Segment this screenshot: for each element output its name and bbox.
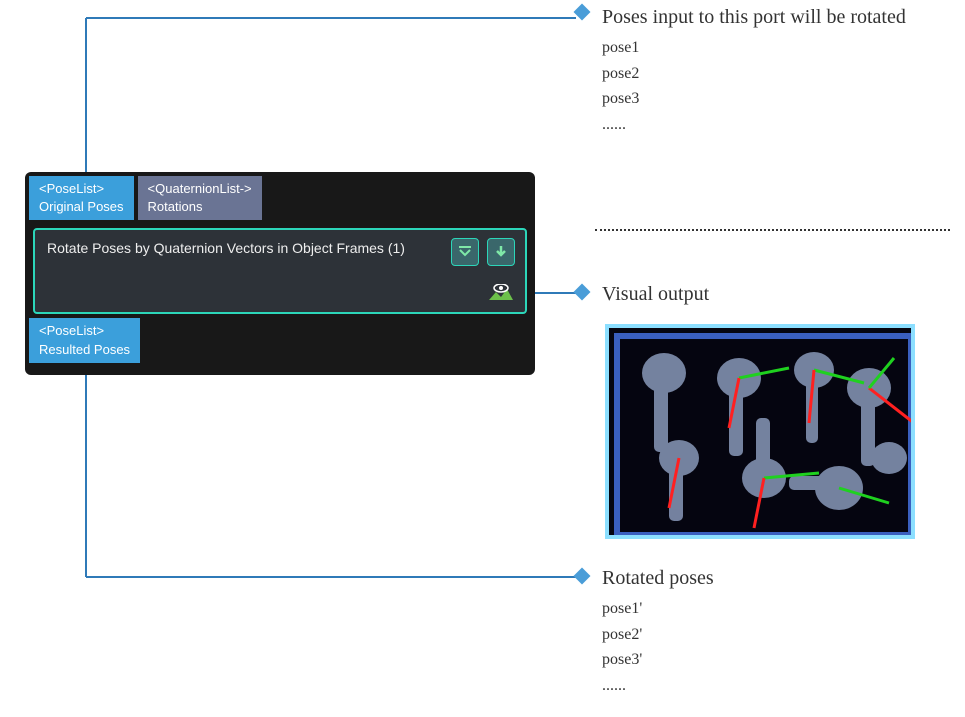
output-port-resulted-poses[interactable]: <PoseList> Resulted Poses	[29, 318, 140, 362]
diamond-icon	[574, 284, 591, 301]
list-item: pose1'	[602, 596, 714, 622]
list-item: pose1	[602, 35, 932, 61]
annotation-output-list: pose1' pose2' pose3' ......	[602, 596, 714, 698]
node-container: <PoseList> Original Poses <QuaternionLis…	[25, 172, 535, 375]
input-ports-row: <PoseList> Original Poses <QuaternionLis…	[25, 172, 535, 224]
annotation-input-list: pose1 pose2 pose3 ......	[602, 35, 932, 137]
port-type-label: <PoseList>	[39, 322, 130, 340]
port-name-label: Resulted Poses	[39, 341, 130, 359]
port-name-label: Original Poses	[39, 198, 124, 216]
download-button[interactable]	[487, 238, 515, 266]
node-title: Rotate Poses by Quaternion Vectors in Ob…	[47, 240, 405, 256]
annotation-input-title: Poses input to this port will be rotated	[602, 6, 932, 29]
annotation-output-title: Rotated poses	[602, 567, 714, 589]
port-name-label: Rotations	[148, 198, 252, 216]
annotation-input: Poses input to this port will be rotated…	[576, 6, 932, 137]
list-item: pose3'	[602, 647, 714, 673]
annotation-visual-title: Visual output	[602, 283, 709, 305]
visual-output-icon[interactable]	[487, 284, 515, 306]
diamond-icon	[574, 4, 591, 21]
list-item: ......	[602, 112, 932, 138]
port-type-label: <PoseList>	[39, 180, 124, 198]
list-item: pose2'	[602, 622, 714, 648]
port-type-label: <QuaternionList->	[148, 180, 252, 198]
list-item: pose3	[602, 86, 932, 112]
visual-output-preview	[605, 324, 915, 539]
list-item: pose2	[602, 61, 932, 87]
diamond-icon	[574, 568, 591, 585]
node-body[interactable]: Rotate Poses by Quaternion Vectors in Ob…	[33, 228, 527, 314]
download-icon	[493, 244, 509, 260]
output-ports-row: <PoseList> Resulted Poses	[25, 318, 535, 362]
input-port-original-poses[interactable]: <PoseList> Original Poses	[29, 176, 134, 220]
annotation-output: Rotated poses pose1' pose2' pose3' .....…	[576, 567, 714, 698]
separator-line	[595, 229, 950, 231]
collapse-icon	[457, 244, 473, 260]
collapse-button[interactable]	[451, 238, 479, 266]
annotation-visual: Visual output	[576, 283, 709, 306]
list-item: ......	[602, 673, 714, 699]
node-action-buttons	[451, 238, 515, 266]
input-port-rotations[interactable]: <QuaternionList-> Rotations	[138, 176, 262, 220]
